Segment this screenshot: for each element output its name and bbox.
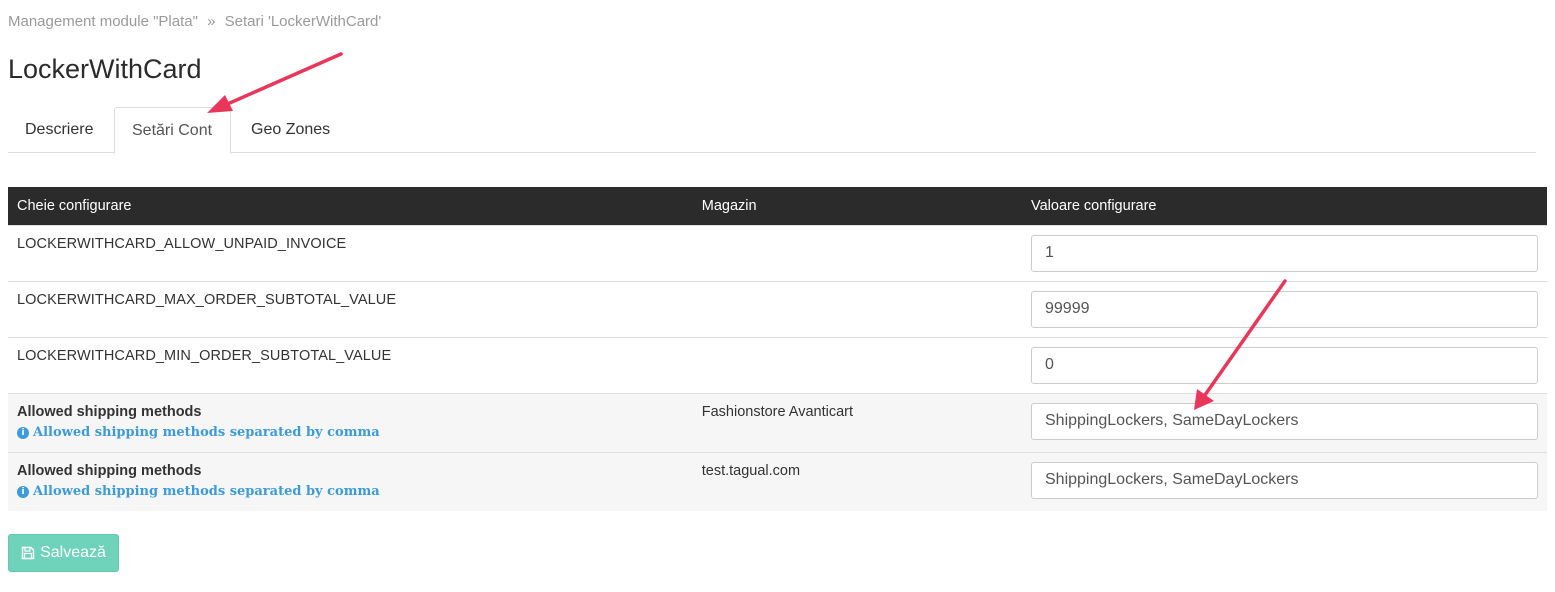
config-value-input[interactable]: [1031, 234, 1538, 272]
config-key: LOCKERWITHCARD_MAX_ORDER_SUBTOTAL_VALUE: [17, 291, 397, 308]
tab-bar: Descriere Setări Cont Geo Zones: [8, 107, 1536, 154]
info-icon: i: [17, 485, 29, 498]
config-value-input[interactable]: [1031, 461, 1538, 499]
config-value-input[interactable]: [1031, 346, 1538, 384]
value-cell: [1022, 451, 1547, 511]
tab-descriere[interactable]: Descriere: [8, 107, 110, 154]
config-hint-text: Allowed shipping methods separated by co…: [33, 483, 380, 499]
breadcrumb-separator: »: [207, 13, 216, 30]
config-hint-text: Allowed shipping methods separated by co…: [33, 424, 380, 440]
info-icon: i: [17, 426, 29, 439]
value-cell: [1022, 224, 1547, 281]
config-key: LOCKERWITHCARD_ALLOW_UNPAID_INVOICE: [17, 235, 347, 252]
column-header-key: Cheie configurare: [17, 197, 132, 214]
tab-geo-zones[interactable]: Geo Zones: [234, 107, 347, 154]
save-button-label: Salvează: [40, 544, 106, 561]
column-header-value: Valoare configurare: [1031, 197, 1157, 214]
config-key: LOCKERWITHCARD_MIN_ORDER_SUBTOTAL_VALUE: [17, 347, 392, 364]
store-cell: [692, 336, 1022, 393]
table-row: LOCKERWITHCARD_ALLOW_UNPAID_INVOICE: [8, 224, 1547, 281]
config-hint: i Allowed shipping methods separated by c…: [17, 484, 684, 499]
store-cell: [692, 224, 1022, 281]
value-cell: [1022, 392, 1547, 452]
floppy-disk-icon: [21, 546, 35, 560]
tab-setari-cont[interactable]: Setări Cont: [114, 107, 231, 154]
table-header-row: Cheie configurare Magazin Valoare config…: [8, 187, 1547, 225]
table-row: Allowed shipping methods i Allowed shippi…: [8, 451, 1547, 511]
config-value-input[interactable]: [1031, 402, 1538, 440]
config-hint: i Allowed shipping methods separated by c…: [17, 425, 684, 440]
config-table: Cheie configurare Magazin Valoare config…: [8, 187, 1547, 511]
page-title: LockerWithCard: [8, 54, 202, 84]
column-header-store: Magazin: [701, 197, 757, 214]
config-key-cell: LOCKERWITHCARD_ALLOW_UNPAID_INVOICE: [8, 224, 693, 281]
table-row: LOCKERWITHCARD_MAX_ORDER_SUBTOTAL_VALUE: [8, 280, 1547, 337]
config-key-cell: LOCKERWITHCARD_MAX_ORDER_SUBTOTAL_VALUE: [8, 280, 693, 337]
config-key-cell: Allowed shipping methods i Allowed shippi…: [8, 392, 693, 452]
value-cell: [1022, 336, 1547, 393]
annotation-arrow-tab: [207, 52, 343, 113]
breadcrumb-parent[interactable]: Management module "Plata": [8, 13, 198, 30]
breadcrumb: Management module "Plata" » Setari 'Lock…: [8, 13, 381, 30]
value-cell: [1022, 280, 1547, 337]
store-cell: test.tagual.com: [692, 451, 1022, 511]
config-value-input[interactable]: [1031, 290, 1538, 328]
store-cell: Fashionstore Avanticart: [692, 392, 1022, 452]
table-row: Allowed shipping methods i Allowed shippi…: [8, 392, 1547, 452]
config-key-cell: LOCKERWITHCARD_MIN_ORDER_SUBTOTAL_VALUE: [8, 336, 693, 393]
table-row: LOCKERWITHCARD_MIN_ORDER_SUBTOTAL_VALUE: [8, 336, 1547, 393]
save-button[interactable]: Salvează: [8, 534, 119, 572]
config-key: Allowed shipping methods: [17, 403, 202, 420]
config-key: Allowed shipping methods: [17, 462, 202, 479]
breadcrumb-current: Setari 'LockerWithCard': [224, 13, 382, 30]
config-key-cell: Allowed shipping methods i Allowed shippi…: [8, 451, 693, 511]
store-cell: [692, 280, 1022, 337]
